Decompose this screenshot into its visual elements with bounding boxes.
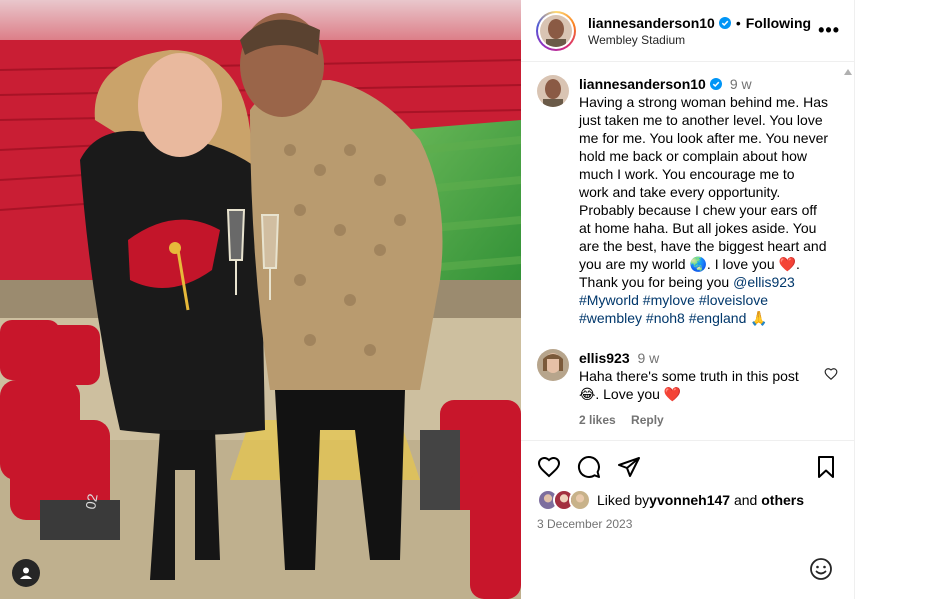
location-link[interactable]: Wembley Stadium xyxy=(588,33,818,47)
globe-emoji: 🌏 xyxy=(689,256,707,272)
liked-by-and: and xyxy=(730,492,762,508)
post-panel: liannesanderson10 • Following Wembley St… xyxy=(521,0,855,599)
mention-link[interactable]: @ellis923 xyxy=(733,274,795,290)
scroll-up-arrow-icon[interactable] xyxy=(844,69,852,75)
liker-avatars[interactable] xyxy=(537,489,591,511)
hashtag-links[interactable]: #wembley #noh8 #england xyxy=(579,310,746,326)
caption: liannesanderson10 9 w Having a strong wo… xyxy=(521,63,854,327)
caption-fragment: . xyxy=(795,256,800,272)
liked-by-prefix: Liked by xyxy=(597,492,650,508)
caption-line: Probably because I chew your ears off xyxy=(579,202,817,218)
commenter-avatar[interactable] xyxy=(537,349,569,381)
heart-emoji: ❤️ xyxy=(663,386,682,402)
user-tag-button[interactable] xyxy=(12,559,40,587)
post-image: 02 xyxy=(0,0,521,599)
comment-like-heart-icon[interactable] xyxy=(824,367,838,381)
liked-by-user[interactable]: yvonneh147 xyxy=(649,492,730,508)
caption-fragment: you are my world xyxy=(579,256,690,272)
comment-line: Haha there's some truth in this post xyxy=(579,368,799,384)
more-options-icon[interactable]: ••• xyxy=(818,20,840,41)
caption-line: at home haha. But all jokes aside. You xyxy=(579,220,817,236)
post-header: liannesanderson10 • Following Wembley St… xyxy=(521,0,854,62)
post-date[interactable]: 3 December 2023 xyxy=(537,517,838,531)
caption-line: much I work. You encourage me to xyxy=(579,166,795,182)
caption-line: Thank you for being you @ellis923 xyxy=(579,273,838,291)
caption-fragment: . I love you xyxy=(706,256,779,272)
author-username[interactable]: liannesanderson10 xyxy=(588,15,715,31)
comment-likes[interactable]: 2 likes xyxy=(579,413,616,427)
liked-by-others[interactable]: others xyxy=(761,492,804,508)
caption-line: just taken me to another level. You love xyxy=(579,112,823,128)
caption-line: work and take every opportunity. xyxy=(579,184,781,200)
heart-icon[interactable] xyxy=(537,455,561,479)
following-button[interactable]: Following xyxy=(746,15,811,31)
caption-line: hold me back or complain about how xyxy=(579,148,808,164)
caption-fragment: Thank you for being you xyxy=(579,274,734,290)
user-tag-icon xyxy=(20,567,32,579)
comment-text: Haha there's some truth in this post 😂. … xyxy=(579,367,824,403)
comment-fragment: . Love you xyxy=(595,386,664,402)
caption-line: Having a strong woman behind me. Has xyxy=(579,94,829,110)
liked-by-row: Liked by yvonneh147 and others xyxy=(537,489,838,511)
comment-icon[interactable] xyxy=(577,455,601,479)
comment-item: ellis923 9 w Haha there's some truth in … xyxy=(521,327,854,429)
comments-section[interactable]: liannesanderson10 9 w Having a strong wo… xyxy=(521,63,854,438)
post-photo[interactable]: 02 xyxy=(0,0,521,599)
comment-line: 😂. Love you ❤️ xyxy=(579,385,824,403)
author-avatar-image xyxy=(540,14,572,47)
hashtag-links[interactable]: #Myworld #mylove #loveislove xyxy=(579,291,838,309)
separator-dot: • xyxy=(735,14,741,31)
save-icon[interactable] xyxy=(814,455,838,479)
verified-badge-icon xyxy=(718,16,731,29)
share-icon[interactable] xyxy=(617,455,641,479)
laugh-emoji: 😂 xyxy=(579,386,596,402)
post-actions: Liked by yvonneh147 and others 3 Decembe… xyxy=(521,440,854,531)
author-avatar[interactable] xyxy=(536,10,576,51)
caption-line: #wembley #noh8 #england 🙏 xyxy=(579,309,838,327)
caption-line: you are my world 🌏. I love you ❤️. xyxy=(579,255,838,273)
caption-username[interactable]: liannesanderson10 xyxy=(579,75,706,93)
comment-time[interactable]: 9 w xyxy=(638,350,660,366)
verified-badge-icon xyxy=(709,78,722,90)
reply-button[interactable]: Reply xyxy=(631,413,664,427)
pray-emoji: 🙏 xyxy=(750,310,768,326)
caption-line: me for me. You look after me. You never xyxy=(579,130,829,146)
heart-emoji: ❤️ xyxy=(778,256,796,272)
liker-avatar xyxy=(569,489,591,511)
caption-line: are the best, have the biggest heart and xyxy=(579,238,827,254)
caption-text: Having a strong woman behind me. Has jus… xyxy=(579,93,838,327)
commenter-username[interactable]: ellis923 xyxy=(579,350,630,366)
emoji-icon[interactable] xyxy=(809,557,833,581)
caption-time[interactable]: 9 w xyxy=(730,75,752,93)
seat-number: 02 xyxy=(82,492,100,510)
caption-avatar[interactable] xyxy=(537,75,569,107)
